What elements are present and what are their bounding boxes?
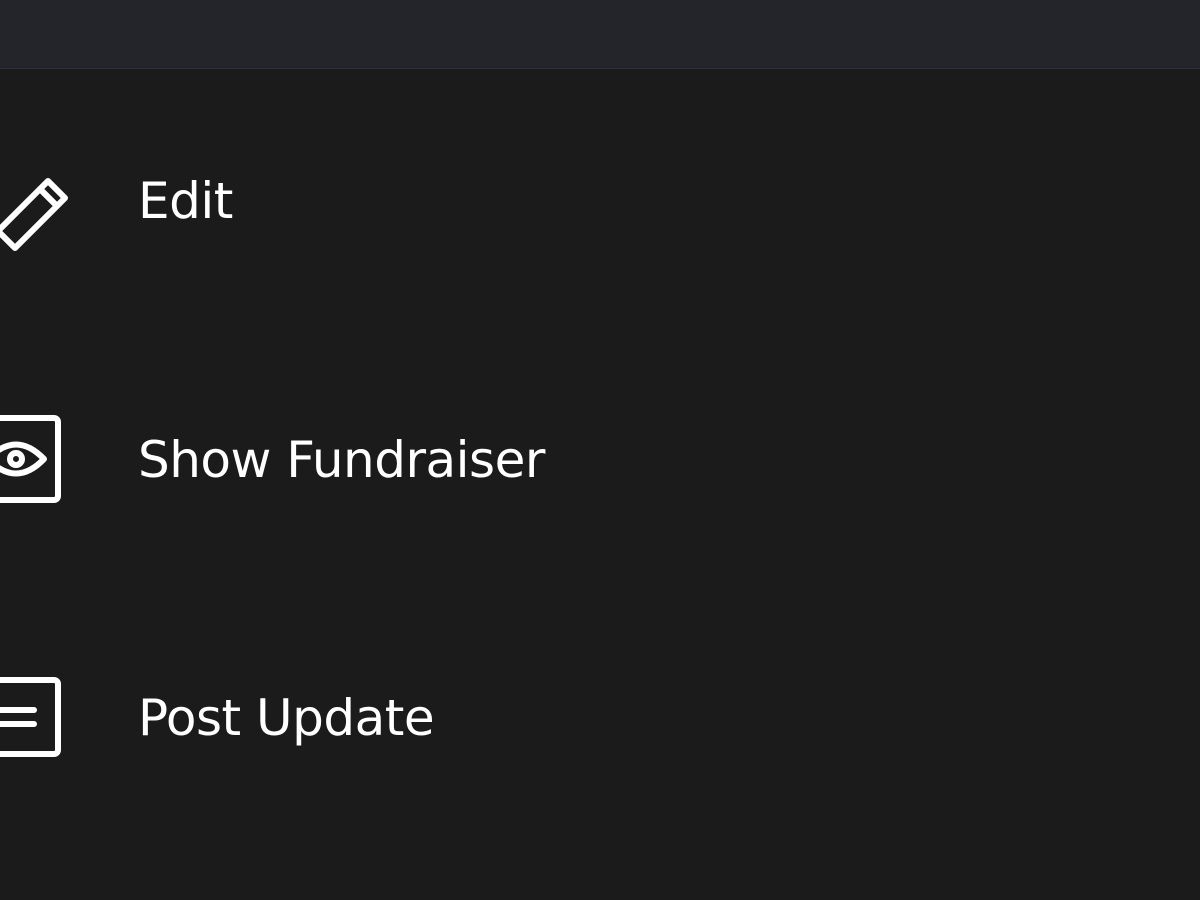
top-bar (0, 0, 1200, 69)
menu-item-edit[interactable]: Edit (0, 141, 1200, 261)
menu-item-label: Post Update (138, 689, 435, 747)
text-lines-icon (0, 658, 70, 778)
menu-item-post-update[interactable]: Post Update (0, 658, 1200, 778)
menu-item-label: Edit (138, 172, 233, 230)
eye-icon (0, 400, 70, 520)
pencil-icon (0, 141, 70, 261)
menu-item-label: Show Fundraiser (138, 431, 545, 489)
menu-item-show-fundraiser[interactable]: Show Fundraiser (0, 400, 1200, 520)
action-menu: Edit Show Fundraiser Post Update (0, 69, 1200, 900)
